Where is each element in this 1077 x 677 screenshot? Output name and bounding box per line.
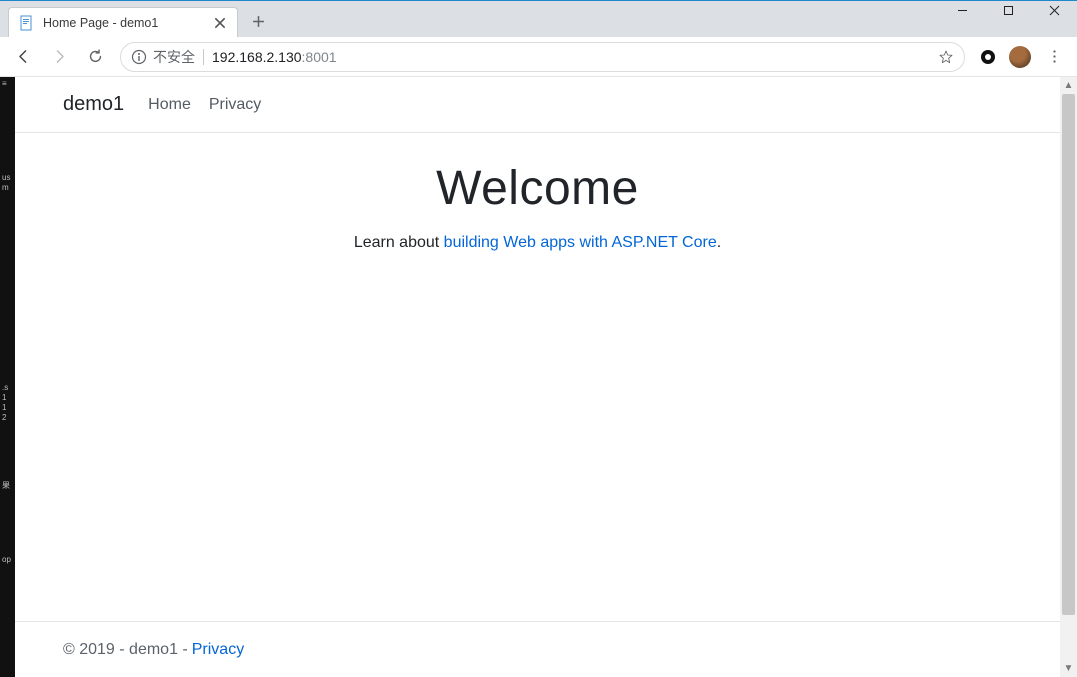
- browser-navbar: 不安全 192.168.2.130:8001: [0, 37, 1077, 77]
- extension-icon[interactable]: [973, 42, 1003, 72]
- scroll-up-arrow-icon[interactable]: ▲: [1060, 77, 1077, 94]
- profile-avatar[interactable]: [1005, 42, 1035, 72]
- url-port: :8001: [302, 49, 337, 65]
- site-footer: © 2019 - demo1 - Privacy: [15, 621, 1060, 677]
- nav-home-link[interactable]: Home: [148, 96, 191, 114]
- brand-link[interactable]: demo1: [63, 93, 124, 116]
- hero-title: Welcome: [15, 161, 1060, 216]
- tab-favicon: [19, 15, 35, 31]
- url-host: 192.168.2.130: [212, 49, 302, 65]
- hero-lead-prefix: Learn about: [354, 234, 444, 251]
- footer-text: © 2019 - demo1 -: [63, 641, 188, 659]
- hero-lead-suffix: .: [717, 234, 721, 251]
- nav-privacy-link[interactable]: Privacy: [209, 96, 261, 114]
- bookmark-star-icon[interactable]: [938, 49, 954, 65]
- scroll-down-arrow-icon[interactable]: ▼: [1060, 660, 1077, 677]
- url-text: 192.168.2.130:8001: [212, 49, 337, 65]
- hero: Welcome Learn about building Web apps wi…: [15, 133, 1060, 621]
- reload-button[interactable]: [78, 42, 112, 72]
- background-terminal-strip: ≡ us m .s 1 1 2 果 op: [0, 77, 15, 677]
- browser-menu-button[interactable]: [1037, 42, 1071, 72]
- omnibox-separator: [203, 49, 204, 65]
- page-viewport: demo1 Home Privacy Welcome Learn about b…: [15, 77, 1060, 677]
- window-maximize-button[interactable]: [985, 0, 1031, 25]
- browser-tab-active[interactable]: Home Page - demo1: [8, 7, 238, 37]
- insecure-label: 不安全: [153, 47, 195, 67]
- window-minimize-button[interactable]: [939, 0, 985, 25]
- tab-title: Home Page - demo1: [43, 16, 207, 30]
- new-tab-button[interactable]: [244, 7, 272, 35]
- forward-button[interactable]: [42, 42, 76, 72]
- footer-privacy-link[interactable]: Privacy: [192, 641, 244, 659]
- vertical-scrollbar[interactable]: ▲ ▼: [1060, 77, 1077, 677]
- hero-lead-link[interactable]: building Web apps with ASP.NET Core: [444, 234, 717, 251]
- back-button[interactable]: [6, 42, 40, 72]
- site-info-icon[interactable]: [131, 49, 147, 65]
- hero-lead: Learn about building Web apps with ASP.N…: [15, 234, 1060, 252]
- window-close-button[interactable]: [1031, 0, 1077, 25]
- scroll-track[interactable]: [1060, 94, 1077, 660]
- tab-close-icon[interactable]: [213, 16, 227, 30]
- browser-tabstrip: Home Page - demo1: [0, 1, 1077, 37]
- scroll-thumb[interactable]: [1062, 94, 1075, 615]
- site-header: demo1 Home Privacy: [15, 77, 1060, 133]
- address-bar[interactable]: 不安全 192.168.2.130:8001: [120, 42, 965, 72]
